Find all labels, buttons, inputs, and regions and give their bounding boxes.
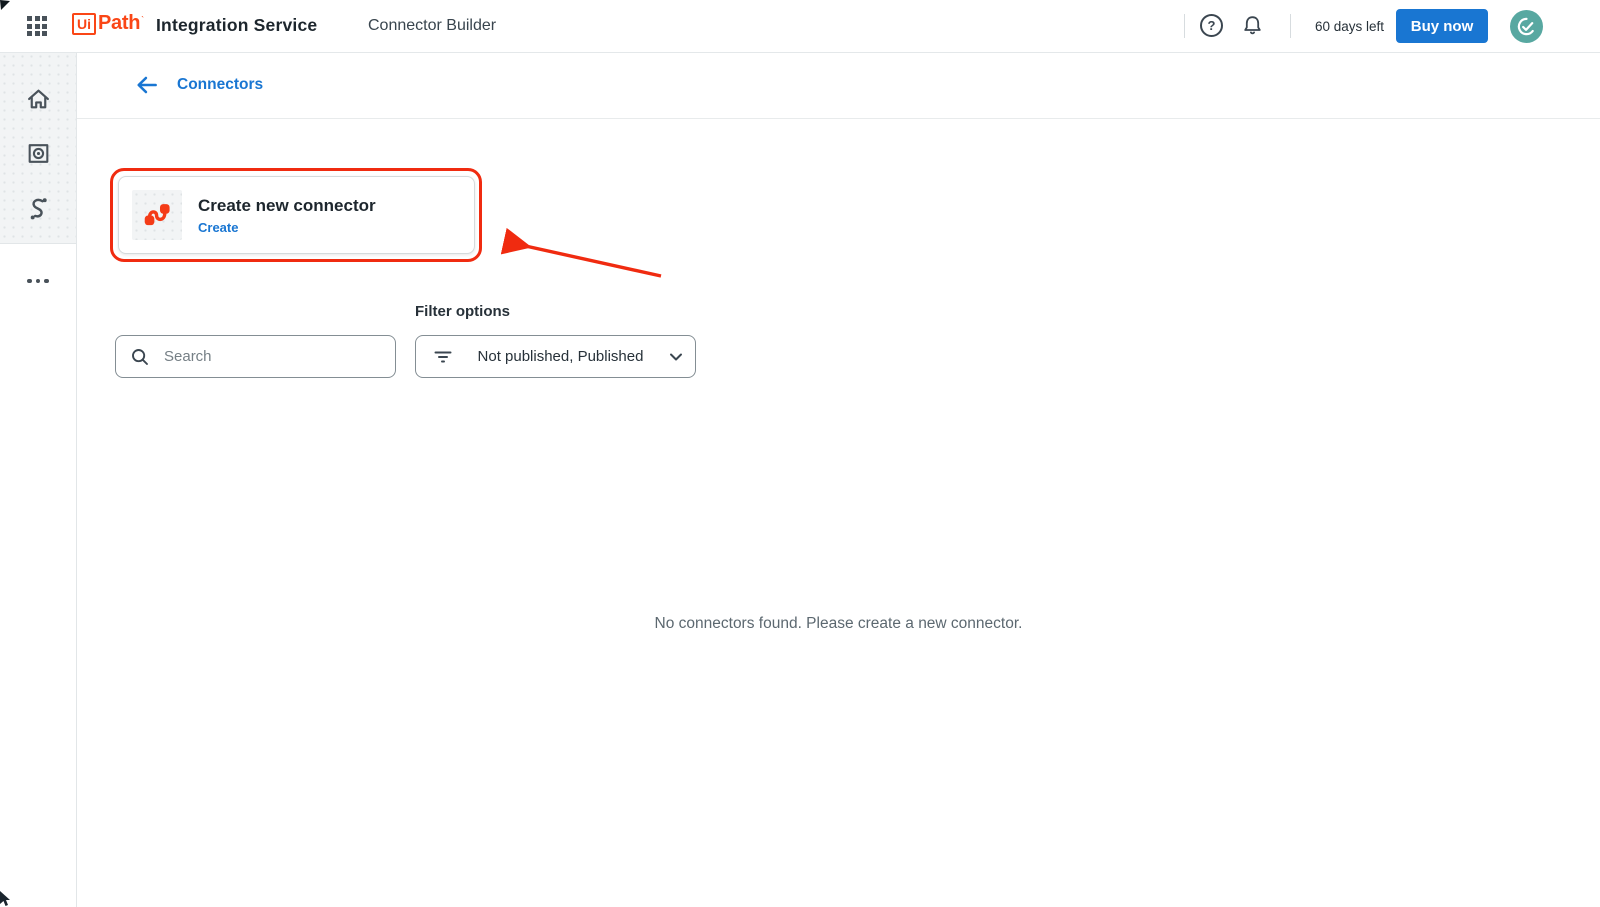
topbar-divider bbox=[1290, 14, 1291, 38]
breadcrumb-connectors-link[interactable]: Connectors bbox=[177, 76, 263, 94]
mouse-cursor-artifact bbox=[0, 891, 12, 907]
app-window: Ui Path ` Integration Service Connector … bbox=[0, 0, 1600, 907]
status-filter-value: Not published, Published bbox=[454, 348, 667, 365]
uipath-logo-trademark: ` bbox=[141, 15, 144, 25]
sidebar-item-integration-service[interactable] bbox=[0, 186, 76, 230]
home-icon bbox=[25, 86, 52, 113]
create-card-title: Create new connector bbox=[198, 196, 376, 216]
buy-now-button[interactable]: Buy now bbox=[1396, 9, 1488, 43]
integration-s-icon bbox=[25, 195, 52, 222]
search-icon bbox=[130, 347, 150, 367]
sidebar-item-automations[interactable] bbox=[0, 131, 76, 175]
sidebar-module-section bbox=[0, 52, 76, 244]
search-box bbox=[115, 335, 396, 378]
uipath-logo-path: Path bbox=[98, 12, 140, 35]
trial-days-left: 60 days left bbox=[1306, 0, 1384, 52]
scene-target-icon bbox=[25, 140, 52, 167]
help-glyph: ? bbox=[1208, 18, 1216, 33]
arrow-left-icon bbox=[133, 71, 161, 99]
app-launcher-icon[interactable] bbox=[27, 16, 47, 36]
product-name: Integration Service bbox=[156, 15, 317, 36]
sidebar-item-more[interactable] bbox=[0, 263, 76, 299]
search-input[interactable] bbox=[162, 347, 376, 366]
screenshot-corner-artifact bbox=[0, 0, 12, 12]
back-button[interactable] bbox=[133, 71, 161, 99]
create-new-connector-card[interactable]: Create new connector Create bbox=[118, 176, 475, 254]
chevron-down-icon bbox=[667, 348, 685, 366]
connector-icon-tile bbox=[132, 190, 182, 240]
header-divider bbox=[77, 118, 1600, 119]
annotation-arrow bbox=[490, 225, 675, 290]
filter-options-label: Filter options bbox=[415, 303, 510, 320]
create-card-text: Create new connector Create bbox=[198, 196, 376, 235]
uipath-logo-ui: Ui bbox=[72, 13, 96, 35]
page-title: Connector Builder bbox=[368, 17, 496, 35]
left-sidebar bbox=[0, 52, 77, 907]
connector-cable-icon bbox=[141, 199, 173, 231]
top-bar: Ui Path ` Integration Service Connector … bbox=[0, 0, 1600, 53]
help-icon[interactable]: ? bbox=[1200, 14, 1223, 37]
create-link[interactable]: Create bbox=[198, 220, 376, 235]
ellipsis-icon bbox=[27, 279, 32, 284]
status-filter-dropdown[interactable]: Not published, Published bbox=[415, 335, 696, 378]
empty-state-message: No connectors found. Please create a new… bbox=[77, 615, 1600, 633]
filter-lines-icon bbox=[432, 346, 454, 368]
uipath-logo[interactable]: Ui Path ` bbox=[72, 12, 144, 35]
notifications-bell-icon[interactable] bbox=[1241, 14, 1264, 37]
topbar-divider bbox=[1184, 14, 1185, 38]
sidebar-item-home[interactable] bbox=[0, 77, 76, 121]
user-avatar[interactable] bbox=[1510, 10, 1543, 43]
